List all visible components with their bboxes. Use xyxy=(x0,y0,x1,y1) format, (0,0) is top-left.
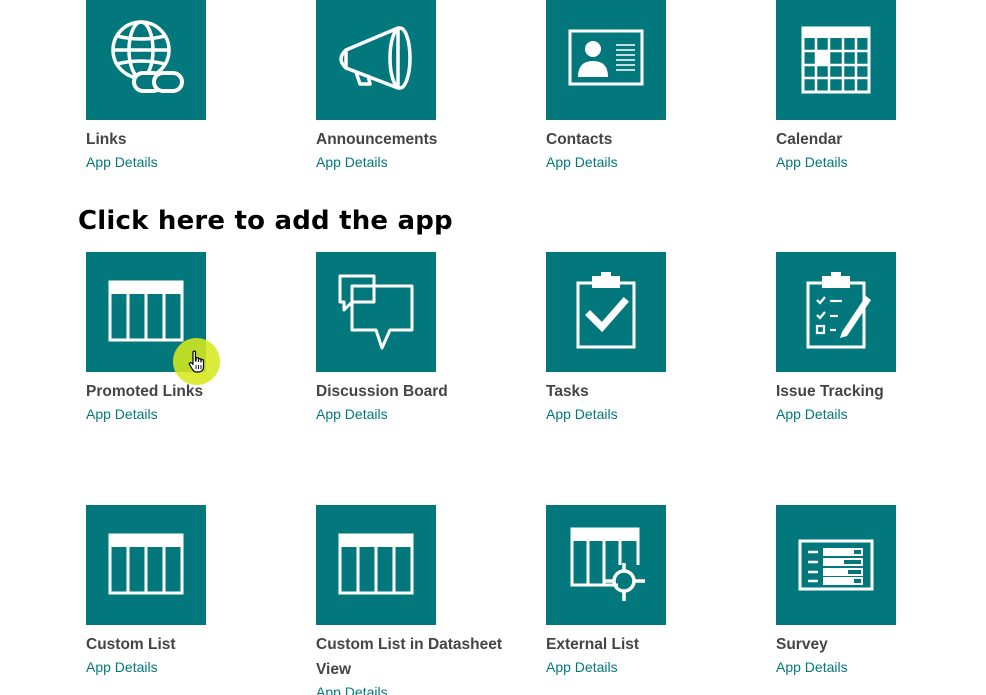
app-tile-custom-list-datasheet: Custom List in Datasheet View App Detail… xyxy=(316,505,516,695)
megaphone-icon xyxy=(339,26,412,90)
app-details-link[interactable]: App Details xyxy=(86,404,158,424)
app-tile-links: Links App Details xyxy=(86,0,286,172)
app-icon-issue-tracking[interactable] xyxy=(776,252,896,372)
app-tile-discussion-board: Discussion Board App Details xyxy=(316,252,516,424)
app-title[interactable]: Issue Tracking xyxy=(776,379,976,404)
app-details-link[interactable]: App Details xyxy=(776,657,848,677)
app-icon-external-list[interactable] xyxy=(546,505,666,625)
app-tile-promoted-links: Promoted Links App Details xyxy=(86,252,286,424)
app-details-link[interactable]: App Details xyxy=(546,152,618,172)
hand-pointer-icon xyxy=(188,350,205,373)
clipboard-checklist-pencil-icon xyxy=(806,272,871,349)
speech-bubbles-icon xyxy=(338,274,414,350)
list-table-icon xyxy=(338,533,414,595)
app-title[interactable]: Contacts xyxy=(546,127,746,152)
app-title[interactable]: Announcements xyxy=(316,127,516,152)
contact-card-icon xyxy=(568,29,644,86)
list-table-icon xyxy=(108,533,184,595)
app-tile-external-list: External List App Details xyxy=(546,505,746,677)
app-tile-calendar: Calendar App Details xyxy=(776,0,976,172)
apps-page: Links App Details Announcements App Deta… xyxy=(0,0,986,695)
app-tile-custom-list: Custom List App Details xyxy=(86,505,286,677)
app-title[interactable]: Custom List in Datasheet View xyxy=(316,632,516,682)
app-tile-contacts: Contacts App Details xyxy=(546,0,746,172)
app-icon-discussion-board[interactable] xyxy=(316,252,436,372)
app-icon-custom-list-datasheet[interactable] xyxy=(316,505,436,625)
app-icon-contacts[interactable] xyxy=(546,0,666,120)
clipboard-check-icon xyxy=(576,272,636,349)
app-details-link[interactable]: App Details xyxy=(316,682,388,695)
app-title[interactable]: Links xyxy=(86,127,286,152)
app-icon-links[interactable] xyxy=(86,0,206,120)
app-tile-announcements: Announcements App Details xyxy=(316,0,516,172)
app-title[interactable]: External List xyxy=(546,632,746,657)
app-details-link[interactable]: App Details xyxy=(316,152,388,172)
app-details-link[interactable]: App Details xyxy=(316,404,388,424)
app-title[interactable]: Custom List xyxy=(86,632,286,657)
app-details-link[interactable]: App Details xyxy=(546,657,618,677)
app-icon-calendar[interactable] xyxy=(776,0,896,120)
app-details-link[interactable]: App Details xyxy=(546,404,618,424)
app-title[interactable]: Survey xyxy=(776,632,976,657)
app-details-link[interactable]: App Details xyxy=(776,152,848,172)
app-icon-tasks[interactable] xyxy=(546,252,666,372)
app-details-link[interactable]: App Details xyxy=(86,152,158,172)
globe-link-icon xyxy=(111,20,184,93)
app-tile-tasks: Tasks App Details xyxy=(546,252,746,424)
app-icon-announcements[interactable] xyxy=(316,0,436,120)
app-title[interactable]: Tasks xyxy=(546,379,746,404)
app-details-link[interactable]: App Details xyxy=(86,657,158,677)
app-details-link[interactable]: App Details xyxy=(776,404,848,424)
app-icon-custom-list[interactable] xyxy=(86,505,206,625)
survey-icon xyxy=(798,539,874,591)
app-tile-survey: Survey App Details xyxy=(776,505,976,677)
external-list-icon xyxy=(570,527,645,601)
app-title[interactable]: Discussion Board xyxy=(316,379,516,404)
click-here-annotation: Click here to add the app xyxy=(78,206,453,236)
app-icon-survey[interactable] xyxy=(776,505,896,625)
app-tile-issue-tracking: Issue Tracking App Details xyxy=(776,252,976,424)
app-title[interactable]: Calendar xyxy=(776,127,976,152)
calendar-icon xyxy=(801,26,871,94)
